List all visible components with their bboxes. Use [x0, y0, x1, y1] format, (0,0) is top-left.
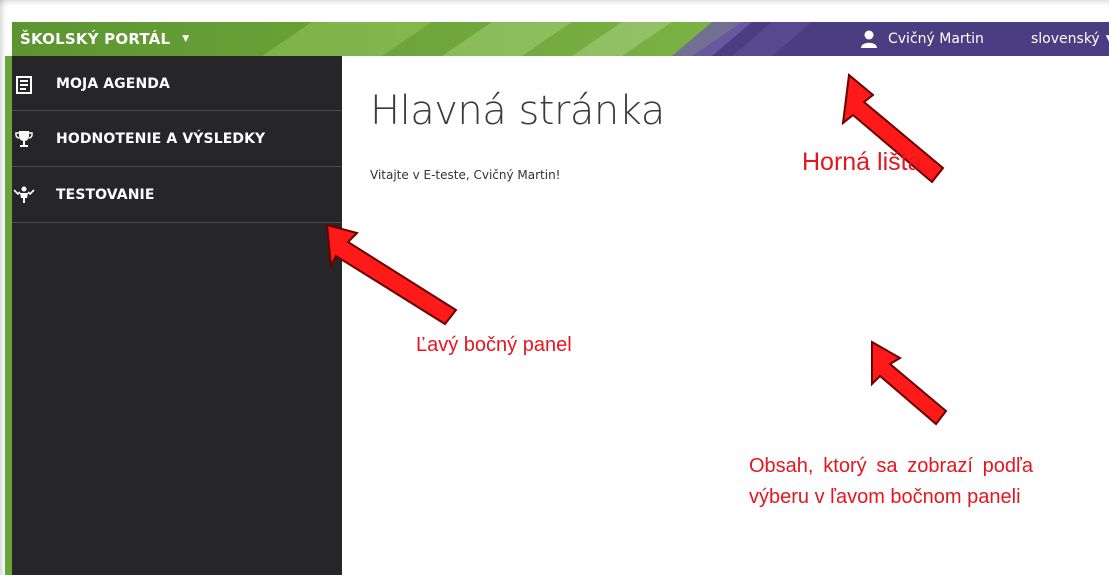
sidebar-item-testing[interactable]: TESTOVANIE	[12, 167, 342, 223]
screenshot-frame: ŠKOLSKÝ PORTÁL ▼ Cvičný Martin slovenský…	[0, 0, 1109, 575]
user-icon	[861, 30, 877, 48]
trophy-icon	[12, 127, 36, 151]
top-bar: ŠKOLSKÝ PORTÁL ▼ Cvičný Martin slovenský…	[12, 22, 1109, 56]
chevron-down-icon: ▼	[182, 34, 190, 44]
sidebar-item-label: TESTOVANIE	[56, 186, 155, 203]
sidebar-item-agenda[interactable]: MOJA AGENDA	[12, 56, 342, 111]
annotation-sidebar: Ľavý bočný panel	[416, 334, 572, 356]
sidebar-item-results[interactable]: HODNOTENIE A VÝSLEDKY	[12, 111, 342, 167]
agenda-icon	[12, 73, 36, 97]
user-name: Cvičný Martin	[888, 31, 984, 47]
sidebar-item-label: HODNOTENIE A VÝSLEDKY	[56, 130, 266, 147]
user-menu-button[interactable]: Cvičný Martin	[860, 22, 984, 56]
portal-menu-button[interactable]: ŠKOLSKÝ PORTÁL ▼	[20, 22, 189, 56]
welcome-message: Vitajte v E-teste, Cvičný Martin!	[370, 168, 561, 182]
testing-icon	[12, 183, 36, 207]
left-sidebar: MOJA AGENDA HODNOTENIE A VÝSLEDKY TESTOV…	[5, 56, 342, 575]
annotation-content: Obsah, ktorý sa zobrazí podľa výberu v ľ…	[749, 455, 1033, 508]
page-title: Hlavná stránka	[370, 88, 665, 134]
portal-title: ŠKOLSKÝ PORTÁL	[20, 30, 171, 48]
language-selector[interactable]: slovenský ▼	[1031, 22, 1109, 56]
sidebar-item-label: MOJA AGENDA	[56, 76, 170, 92]
annotation-top-bar: Horná lišta	[802, 148, 922, 176]
language-label: slovenský	[1031, 31, 1100, 47]
